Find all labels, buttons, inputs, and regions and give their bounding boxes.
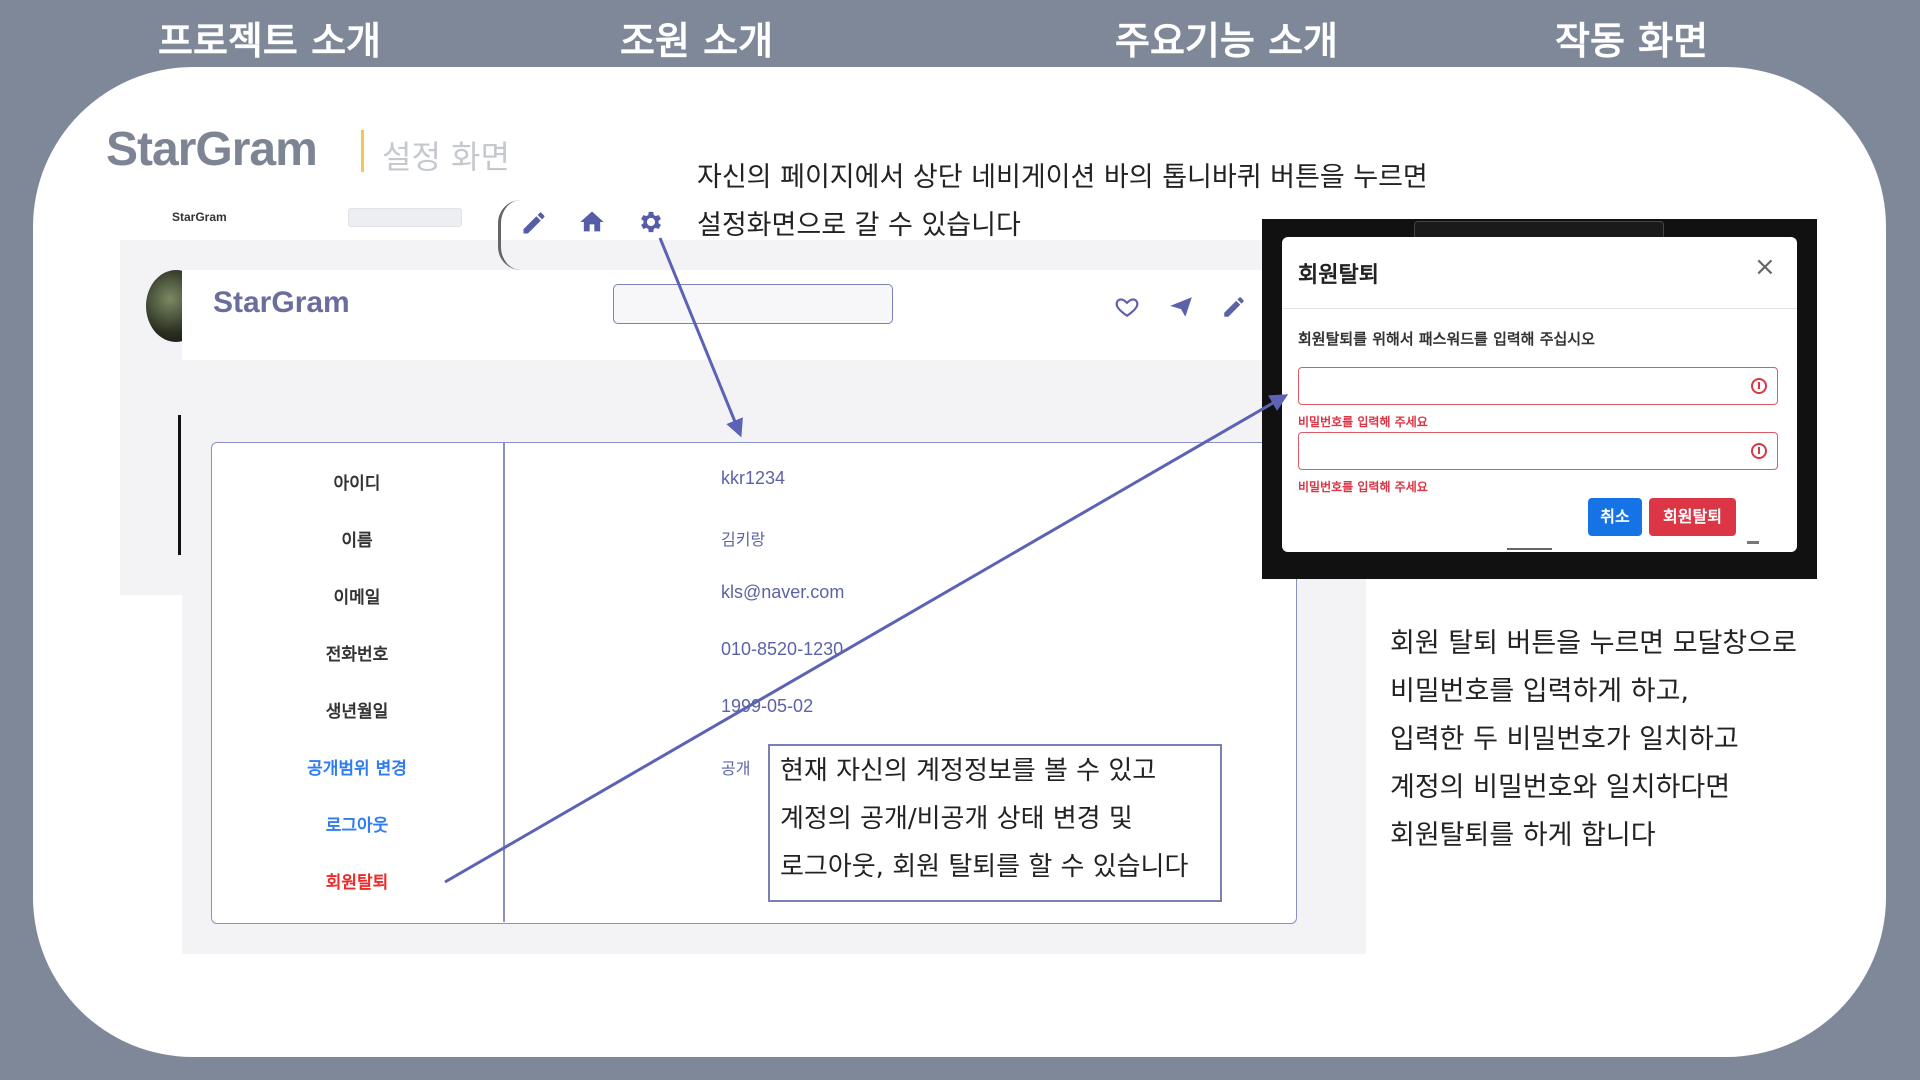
gear-icon[interactable]: [637, 208, 665, 236]
caption-right-line-4: 계정의 비밀번호와 일치하다면: [1390, 772, 1731, 803]
nav-team-intro[interactable]: 조원 소개: [620, 10, 773, 65]
label-birthdate: 생년월일: [325, 702, 389, 722]
app-small-brand: StarGram: [172, 210, 227, 224]
settings-table-divider: [503, 443, 505, 922]
value-visibility: 공개: [721, 759, 751, 778]
value-phone: 010-8520-1230: [721, 639, 844, 659]
pencil-icon[interactable]: [1221, 294, 1247, 320]
home-icon[interactable]: [578, 208, 606, 236]
alert-icon: [1751, 443, 1767, 459]
value-id: kkr1234: [721, 468, 786, 488]
heart-icon[interactable]: [1114, 294, 1140, 320]
password-error: 비밀번호를 입력해 주세요: [1298, 415, 1428, 429]
label-email: 이메일: [333, 588, 381, 608]
callout-line-2: 계정의 공개/비공개 상태 변경 및: [780, 804, 1133, 834]
label-phone: 전화번호: [325, 645, 389, 665]
top-navigation: 프로젝트 소개 조원 소개 주요기능 소개 작동 화면: [0, 0, 1920, 70]
value-name: 김키랑: [721, 530, 766, 549]
app-left-bar: [178, 415, 181, 555]
change-visibility-link[interactable]: 공개범위 변경: [207, 754, 507, 779]
app-search-input[interactable]: [613, 284, 893, 324]
nav-features-intro[interactable]: 주요기능 소개: [1115, 10, 1338, 65]
logout-link[interactable]: 로그아웃: [207, 811, 507, 836]
withdraw-button[interactable]: 회원탈퇴: [1649, 498, 1736, 536]
caption-right: 회원 탈퇴 버튼을 누르면 모달창으로 비밀번호를 입력하게 하고, 입력한 두…: [1390, 620, 1797, 860]
value-email: kls@naver.com: [721, 582, 845, 602]
modal-decoration: [1507, 548, 1552, 550]
caption-right-line-3: 입력한 두 비밀번호가 일치하고: [1390, 724, 1739, 755]
password-confirm-input[interactable]: [1298, 432, 1778, 470]
modal-description: 회원탈퇴를 위해서 패스워드를 입력해 주십시오: [1298, 330, 1595, 348]
cancel-button[interactable]: 취소: [1588, 498, 1642, 536]
nav-project-intro[interactable]: 프로젝트 소개: [158, 10, 381, 65]
profile-curve: [498, 200, 521, 270]
callout-line-1: 현재 자신의 계정정보를 볼 수 있고: [780, 756, 1157, 786]
label-id: 아이디: [333, 474, 381, 494]
alert-icon: [1751, 378, 1767, 394]
password-confirm-error: 비밀번호를 입력해 주세요: [1298, 480, 1428, 494]
password-input[interactable]: [1298, 367, 1778, 405]
caption-right-line-2: 비밀번호를 입력하게 하고,: [1390, 676, 1689, 707]
modal-title: 회원탈퇴: [1298, 263, 1379, 288]
value-birthdate: 1999-05-02: [721, 696, 814, 716]
pencil-icon[interactable]: [520, 209, 548, 237]
label-name: 이름: [341, 531, 373, 551]
send-icon[interactable]: [1168, 294, 1194, 320]
caption-right-line-1: 회원 탈퇴 버튼을 누르면 모달창으로: [1390, 628, 1797, 659]
nav-demo-screen[interactable]: 작동 화면: [1555, 10, 1708, 65]
modal-decoration: [1747, 541, 1759, 544]
caption-right-line-5: 회원탈퇴를 하게 합니다: [1390, 820, 1656, 851]
settings-callout: 현재 자신의 계정정보를 볼 수 있고 계정의 공개/비공개 상태 변경 및 로…: [768, 744, 1222, 902]
callout-line-3: 로그아웃, 회원 탈퇴를 할 수 있습니다: [780, 852, 1189, 882]
brand-logo: StarGram: [106, 123, 318, 176]
modal-divider: [1282, 308, 1797, 309]
withdraw-link[interactable]: 회원탈퇴: [207, 868, 507, 893]
app-small-search[interactable]: [348, 208, 462, 227]
app-brand[interactable]: StarGram: [213, 286, 350, 320]
slide-subtitle: 설정 화면: [382, 138, 510, 176]
caption-top-line-1: 자신의 페이지에서 상단 네비게이션 바의 톱니바퀴 버튼을 누르면: [697, 162, 1428, 193]
close-icon[interactable]: ×: [1754, 252, 1776, 282]
brand-divider: [361, 130, 364, 172]
